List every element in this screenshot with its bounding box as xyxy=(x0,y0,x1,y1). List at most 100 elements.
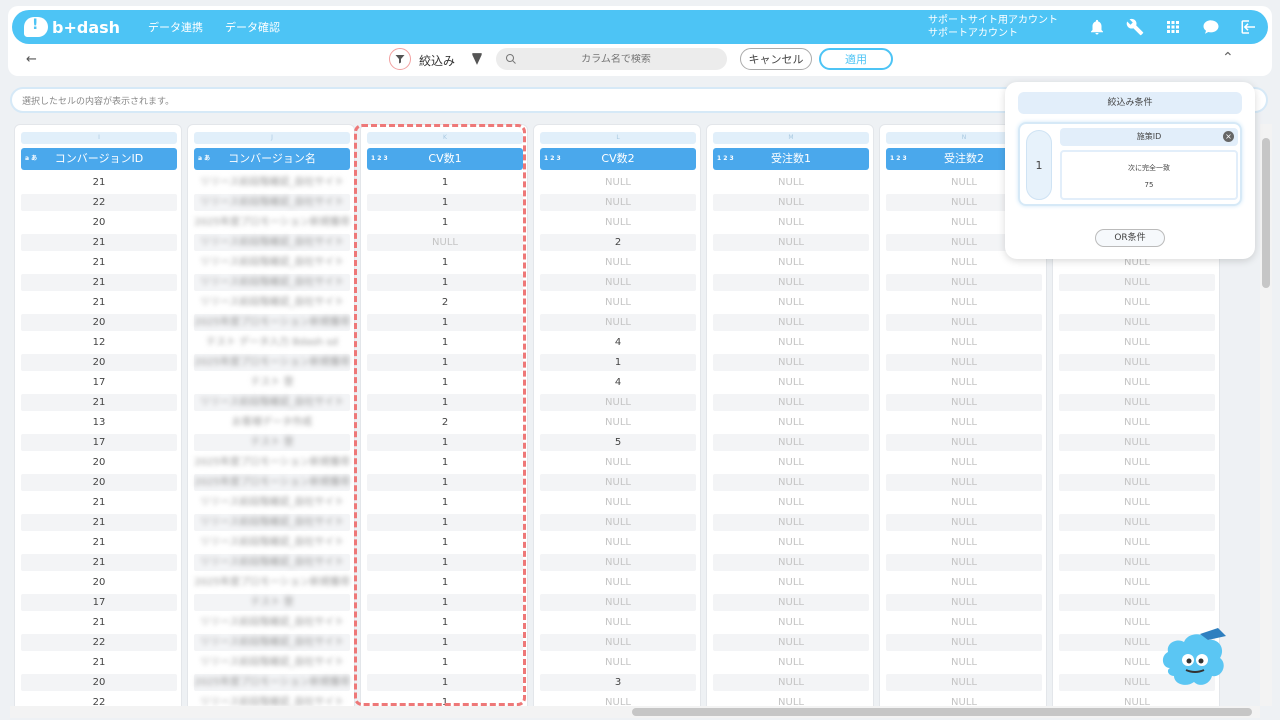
table-cell[interactable]: NULL xyxy=(713,434,869,454)
table-cell[interactable]: NULL xyxy=(886,614,1042,634)
table-cell[interactable]: 2 xyxy=(540,234,696,254)
table-cell[interactable]: 1 xyxy=(367,274,523,294)
table-cell[interactable]: NULL xyxy=(540,174,696,194)
table-cell[interactable]: テスト 登 xyxy=(194,594,350,614)
horizontal-scrollbar[interactable] xyxy=(10,706,1260,718)
column-header[interactable]: a あ コンバージョン名 xyxy=(194,148,350,170)
table-cell[interactable]: NULL xyxy=(540,414,696,434)
nav-data-check[interactable]: データ確認 xyxy=(225,19,280,35)
table-cell[interactable]: NULL xyxy=(886,634,1042,654)
table-cell[interactable]: 20 xyxy=(21,214,177,234)
table-cell[interactable]: 1 xyxy=(367,214,523,234)
table-cell[interactable]: NULL xyxy=(713,534,869,554)
table-cell[interactable]: NULL xyxy=(1059,314,1215,334)
table-cell[interactable]: リリース前段階確認_自社サイト xyxy=(194,514,350,534)
table-cell[interactable]: 1 xyxy=(367,674,523,694)
table-cell[interactable]: NULL xyxy=(713,174,869,194)
table-cell[interactable]: NULL xyxy=(540,394,696,414)
vertical-scroll-thumb[interactable] xyxy=(1262,138,1270,288)
table-cell[interactable]: 20 xyxy=(21,674,177,694)
table-cell[interactable]: NULL xyxy=(540,454,696,474)
table-cell[interactable]: NULL xyxy=(540,554,696,574)
table-cell[interactable]: NULL xyxy=(886,674,1042,694)
column-search[interactable] xyxy=(496,48,727,70)
table-cell[interactable]: NULL xyxy=(713,274,869,294)
table-cell[interactable]: 1 xyxy=(367,614,523,634)
table-cell[interactable]: NULL xyxy=(1059,494,1215,514)
table-cell[interactable]: 2025年度プロモーション新規獲得 xyxy=(194,354,350,374)
table-cell[interactable]: 1 xyxy=(367,534,523,554)
table-cell[interactable]: NULL xyxy=(540,574,696,594)
table-cell[interactable]: リリース前段階確認_自社サイト xyxy=(194,174,350,194)
close-icon[interactable]: × xyxy=(1223,131,1234,142)
table-cell[interactable]: NULL xyxy=(886,414,1042,434)
table-cell[interactable]: NULL xyxy=(713,694,869,706)
column-letter[interactable]: J xyxy=(194,132,350,144)
table-cell[interactable]: NULL xyxy=(1059,274,1215,294)
table-cell[interactable]: 20 xyxy=(21,574,177,594)
table-cell[interactable]: 22 xyxy=(21,694,177,706)
table-cell[interactable]: NULL xyxy=(540,194,696,214)
table-cell[interactable]: 4 xyxy=(540,374,696,394)
table-cell[interactable]: NULL xyxy=(1059,514,1215,534)
table-cell[interactable]: 2025年度プロモーション新規獲得 xyxy=(194,574,350,594)
table-cell[interactable]: NULL xyxy=(713,394,869,414)
chevron-up-icon[interactable]: ⌃ xyxy=(1222,50,1234,66)
table-cell[interactable]: NULL xyxy=(713,634,869,654)
table-cell[interactable]: 1 xyxy=(367,394,523,414)
table-cell[interactable]: リリース前段階確認_自社サイト xyxy=(194,274,350,294)
table-cell[interactable]: リリース前段階確認_自社サイト xyxy=(194,234,350,254)
table-cell[interactable]: リリース前段階確認_自社サイト xyxy=(194,634,350,654)
table-cell[interactable]: NULL xyxy=(886,474,1042,494)
table-cell[interactable]: 1 xyxy=(367,554,523,574)
table-cell[interactable]: NULL xyxy=(713,474,869,494)
table-cell[interactable]: 2 xyxy=(367,414,523,434)
table-cell[interactable]: NULL xyxy=(886,554,1042,574)
table-cell[interactable]: NULL xyxy=(1059,294,1215,314)
table-cell[interactable]: NULL xyxy=(1059,374,1215,394)
table-cell[interactable]: NULL xyxy=(540,254,696,274)
table-cell[interactable]: NULL xyxy=(1059,334,1215,354)
table-cell[interactable]: NULL xyxy=(886,294,1042,314)
table-cell[interactable]: 2025年度プロモーション新規獲得 xyxy=(194,214,350,234)
table-cell[interactable]: 21 xyxy=(21,254,177,274)
table-cell[interactable]: NULL xyxy=(886,434,1042,454)
table-cell[interactable]: 20 xyxy=(21,314,177,334)
table-cell[interactable]: NULL xyxy=(713,234,869,254)
table-cell[interactable]: NULL xyxy=(540,294,696,314)
table-cell[interactable]: リリース前段階確認_自社サイト xyxy=(194,534,350,554)
table-cell[interactable]: リリース前段階確認_自社サイト xyxy=(194,394,350,414)
table-cell[interactable]: NULL xyxy=(886,354,1042,374)
vertical-scrollbar[interactable] xyxy=(1260,124,1272,706)
table-cell[interactable]: 1 xyxy=(367,354,523,374)
table-cell[interactable]: 1 xyxy=(367,174,523,194)
table-cell[interactable]: NULL xyxy=(1059,414,1215,434)
table-cell[interactable]: NULL xyxy=(713,314,869,334)
table-cell[interactable]: 21 xyxy=(21,494,177,514)
table-cell[interactable]: NULL xyxy=(540,694,696,706)
table-cell[interactable]: NULL xyxy=(540,274,696,294)
table-cell[interactable]: NULL xyxy=(886,454,1042,474)
or-condition-button[interactable]: OR条件 xyxy=(1095,229,1165,247)
table-cell[interactable]: 1 xyxy=(367,374,523,394)
table-cell[interactable]: 1 xyxy=(367,434,523,454)
table-cell[interactable]: 17 xyxy=(21,594,177,614)
filter-label[interactable]: 絞込み xyxy=(419,52,455,69)
table-cell[interactable]: リリース前段階確認_自社サイト xyxy=(194,554,350,574)
table-cell[interactable]: 1 xyxy=(367,594,523,614)
table-cell[interactable]: NULL xyxy=(886,514,1042,534)
table-cell[interactable]: NULL xyxy=(886,594,1042,614)
table-cell[interactable]: NULL xyxy=(367,234,523,254)
table-cell[interactable]: NULL xyxy=(713,254,869,274)
table-cell[interactable]: リリース前段階確認_自社サイト xyxy=(194,694,350,706)
table-cell[interactable]: 2025年度プロモーション新規獲得 xyxy=(194,314,350,334)
table-cell[interactable]: リリース前段階確認_自社サイト xyxy=(194,194,350,214)
table-cell[interactable]: NULL xyxy=(713,294,869,314)
table-cell[interactable]: テスト 登 xyxy=(194,374,350,394)
table-cell[interactable]: 1 xyxy=(367,454,523,474)
table-cell[interactable]: 17 xyxy=(21,434,177,454)
table-cell[interactable]: NULL xyxy=(886,654,1042,674)
table-cell[interactable]: 21 xyxy=(21,554,177,574)
table-cell[interactable]: リリース前段階確認_自社サイト xyxy=(194,494,350,514)
horizontal-scroll-thumb[interactable] xyxy=(632,708,1252,716)
